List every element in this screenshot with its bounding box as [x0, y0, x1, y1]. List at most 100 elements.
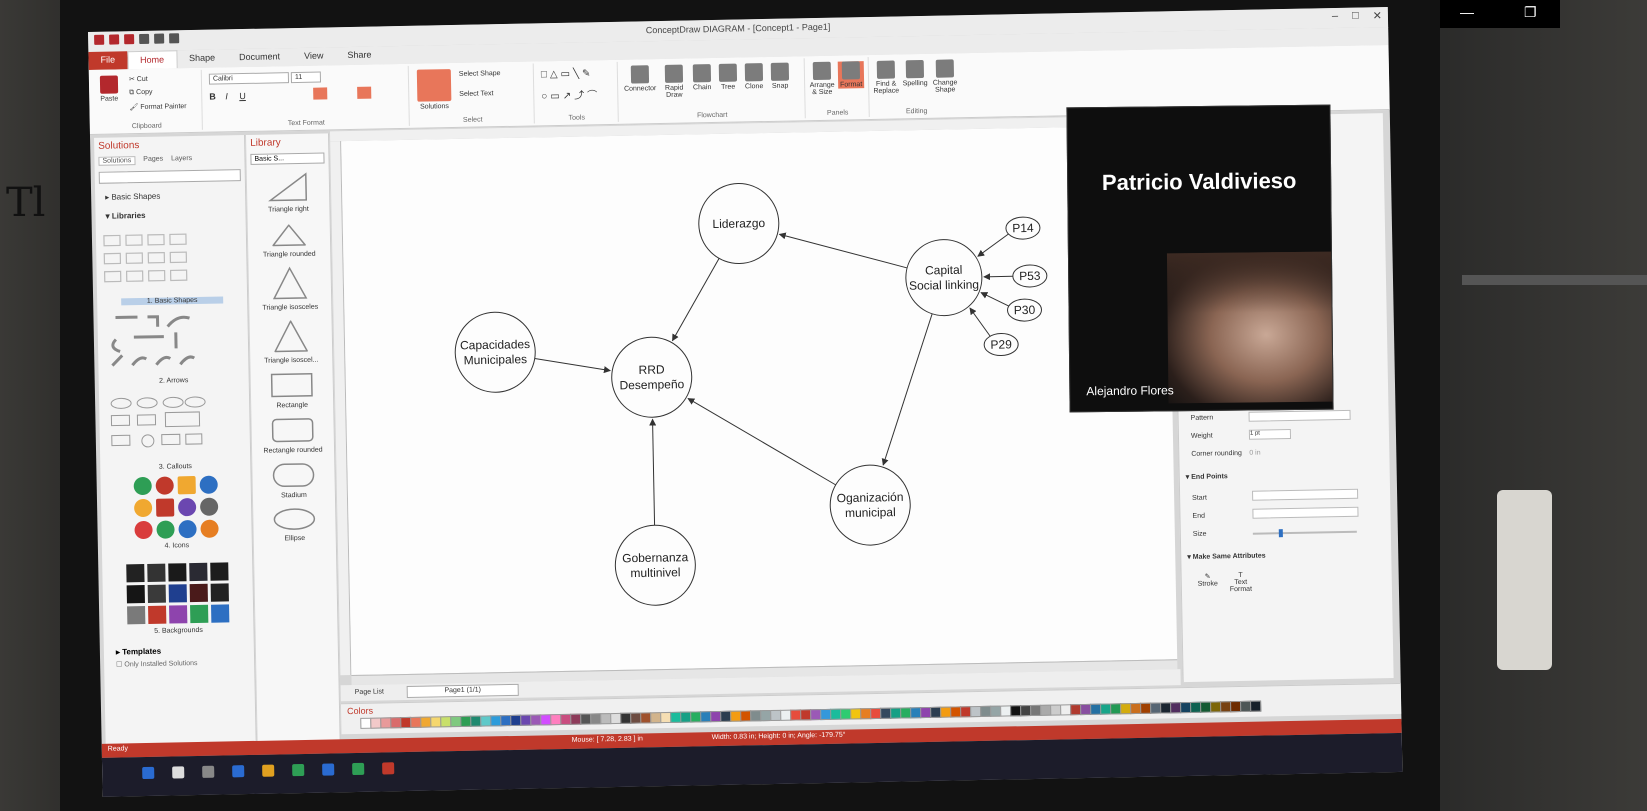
window-minimize-icon[interactable]: ‒ — [1332, 10, 1338, 23]
edge-capital-to-organizacion[interactable] — [880, 313, 935, 466]
size-slider[interactable] — [1252, 529, 1357, 538]
edge-p53-to-capital[interactable] — [983, 273, 1013, 281]
edge-p30-to-capital[interactable] — [980, 292, 1010, 307]
size-slider-thumb[interactable] — [1278, 529, 1283, 538]
subtab-solutions[interactable]: Solutions — [98, 156, 136, 166]
edge-capacidades-to-rrd[interactable] — [534, 357, 611, 374]
chain-button[interactable]: Chain — [691, 64, 714, 91]
underline-button[interactable]: U — [239, 91, 246, 101]
tab-file[interactable]: File — [88, 51, 128, 70]
explorer-icon[interactable] — [262, 764, 275, 777]
edge-gobernanza-to-rrd[interactable] — [649, 418, 657, 526]
shape-triangle-isosceles[interactable]: Triangle isosceles — [249, 265, 332, 312]
minimize-icon[interactable]: — — [1460, 4, 1474, 21]
font-family-select[interactable]: Calibri — [208, 72, 290, 85]
clone-button[interactable]: Clone — [743, 63, 766, 90]
tab-document[interactable]: Document — [227, 48, 292, 67]
node-capacidades[interactable]: CapacidadesMunicipales — [454, 311, 536, 393]
paste-button[interactable]: Paste — [95, 75, 124, 103]
word-icon[interactable] — [322, 763, 335, 776]
drawing-canvas[interactable]: Liderazgo Capital Social linking Capacidade… — [341, 125, 1178, 676]
corner-rounding-value[interactable]: 0 in — [1249, 450, 1260, 457]
node-gobernanza[interactable]: Gobernanzamultinivel — [614, 524, 697, 606]
shape-triangle-isoscel-rounded[interactable]: Triangle isoscel... — [250, 318, 333, 365]
backgrounds-thumb[interactable] — [102, 562, 253, 625]
solutions-button[interactable]: Solutions — [415, 69, 454, 111]
edge-organizacion-to-rrd[interactable] — [687, 396, 836, 488]
start-arrow-select[interactable] — [1252, 488, 1359, 501]
snap-button[interactable]: Snap — [769, 62, 792, 90]
page-list-label[interactable]: Page List — [355, 688, 384, 696]
drawing-tools[interactable]: □△▭╲✎ — [541, 68, 594, 80]
format-button[interactable]: Format — [837, 61, 865, 89]
node-liderazgo[interactable]: Liderazgo — [698, 183, 780, 265]
tree-item-libraries[interactable]: ▾ Libraries — [95, 204, 245, 226]
library-select[interactable]: Basic S... — [250, 152, 325, 165]
rapid-draw-button[interactable]: Rapid Draw — [661, 64, 688, 99]
callouts-thumb[interactable] — [99, 394, 210, 456]
node-p53[interactable]: P53 — [1012, 264, 1048, 288]
align-middle-button[interactable] — [357, 86, 372, 99]
conceptdraw-icon[interactable] — [382, 762, 395, 775]
node-organizacion[interactable]: Oganizaciónmunicipal — [829, 464, 911, 546]
align-center-button[interactable] — [313, 87, 328, 100]
cut-button[interactable]: ✂ Cut — [129, 75, 148, 83]
copy-button[interactable]: ⧉ Copy — [129, 89, 152, 97]
node-capital[interactable]: CapitalSocial linking — [905, 239, 983, 317]
stroke-button[interactable]: ✎ Stroke — [1196, 572, 1220, 588]
font-size-select[interactable]: 11 — [290, 71, 322, 84]
shape-triangle-right[interactable]: Triangle right — [247, 171, 330, 214]
edge-icon[interactable] — [232, 765, 245, 778]
icons-thumb[interactable] — [101, 475, 252, 540]
arrows-thumb[interactable] — [97, 308, 208, 370]
shape-rectangle-rounded[interactable]: Rectangle rounded — [251, 416, 334, 455]
window-maximize-icon[interactable]: □ — [1352, 10, 1359, 23]
solutions-search-input[interactable] — [98, 169, 241, 184]
format-painter-button[interactable]: 🖌 Format Painter — [129, 102, 186, 111]
select-text-button[interactable]: Select Text — [459, 90, 493, 98]
tab-shape[interactable]: Shape — [177, 49, 227, 68]
library-backgrounds[interactable]: 5. Backgrounds — [103, 626, 253, 636]
subtab-pages[interactable]: Pages — [143, 156, 163, 165]
text-format-button[interactable]: T Text Format — [1226, 572, 1256, 594]
basic-shapes-thumb[interactable] — [96, 228, 207, 290]
library-basic-shapes[interactable]: 1. Basic Shapes — [121, 296, 224, 306]
task-view-icon[interactable] — [202, 765, 215, 778]
shape-rectangle[interactable]: Rectangle — [251, 371, 334, 410]
chrome-icon[interactable] — [292, 763, 305, 777]
drawing-tools-row2[interactable]: ○▭↗⤴⌒ — [541, 86, 600, 102]
start-icon[interactable] — [142, 766, 155, 780]
window-close-icon[interactable]: ✕ — [1373, 9, 1382, 22]
subtab-layers[interactable]: Layers — [171, 155, 192, 164]
bold-button[interactable]: B — [209, 92, 216, 102]
connector-button[interactable]: Connector — [623, 65, 658, 93]
color-swatch[interactable] — [1250, 700, 1262, 712]
end-arrow-select[interactable] — [1252, 506, 1359, 519]
excel-icon[interactable] — [352, 762, 365, 776]
shape-triangle-rounded[interactable]: Triangle rounded — [248, 220, 331, 259]
spelling-button[interactable]: Spelling — [902, 59, 929, 87]
pattern-select[interactable] — [1248, 409, 1351, 422]
shape-stadium[interactable]: Stadium — [252, 461, 335, 500]
node-p29[interactable]: P29 — [983, 333, 1019, 357]
restore-icon[interactable]: ❐ — [1524, 4, 1537, 21]
tab-home[interactable]: Home — [126, 50, 178, 70]
italic-button[interactable]: I — [225, 91, 228, 101]
tab-view[interactable]: View — [292, 47, 336, 66]
make-same-section[interactable]: ▾ Make Same Attributes — [1187, 551, 1265, 561]
concept-diagram[interactable]: Liderazgo CapitalSocial linking Capacidade… — [341, 125, 1177, 675]
edge-p14-to-capital[interactable] — [977, 233, 1009, 257]
edge-liderazgo-to-rrd[interactable] — [671, 258, 721, 342]
shape-ellipse[interactable]: Ellipse — [253, 506, 336, 543]
tree-button[interactable]: Tree — [717, 63, 740, 91]
weight-input[interactable]: 1 pt — [1248, 428, 1292, 440]
only-installed-checkbox[interactable]: ☐ Only Installed Solutions — [104, 656, 254, 671]
library-arrows[interactable]: 2. Arrows — [99, 376, 249, 386]
node-rrd[interactable]: RRDDesempeño — [611, 336, 693, 418]
tab-share[interactable]: Share — [335, 46, 383, 65]
library-icons[interactable]: 4. Icons — [102, 541, 252, 551]
library-callouts[interactable]: 3. Callouts — [100, 462, 250, 472]
arrange-size-button[interactable]: Arrange & Size — [808, 61, 837, 97]
find-replace-button[interactable]: Find & Replace — [872, 60, 901, 95]
page-select[interactable]: Page1 (1/1) — [406, 683, 519, 699]
